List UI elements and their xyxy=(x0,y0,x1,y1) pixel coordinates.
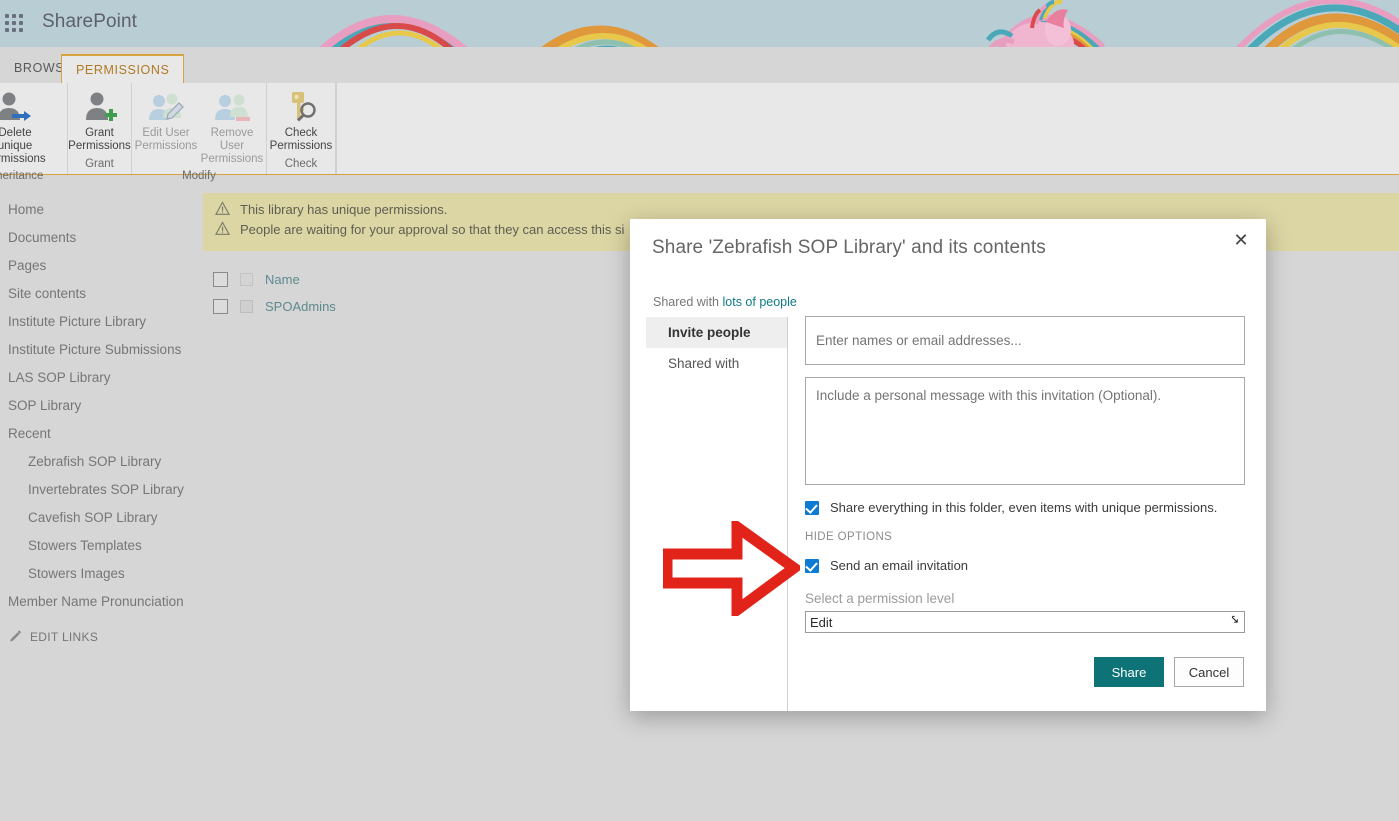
shared-with-summary: Shared with lots of people xyxy=(653,295,797,309)
ribbon-group-label-grant: Grant xyxy=(85,158,114,170)
permissions-table: Name SPOAdmins xyxy=(203,266,703,320)
delete-unique-permissions-label: Delete unique permissions xyxy=(0,127,46,165)
edit-user-permissions-button[interactable]: Edit User Permissions xyxy=(133,86,199,153)
share-dialog: ✕ Share 'Zebrafish SOP Library' and its … xyxy=(630,219,1266,711)
ribbon-group-grant: Grant Permissions Grant xyxy=(68,83,132,174)
permission-select-wrapper: Edit ⤥ xyxy=(805,606,1245,633)
table-header-row: Name xyxy=(203,266,703,293)
sidebar-item-stowers-images[interactable]: Stowers Images xyxy=(0,560,200,588)
sidebar-item-documents[interactable]: Documents xyxy=(0,224,200,252)
notice-text: People are waiting for your approval so … xyxy=(240,222,625,237)
sidebar-item-institute-picture-library[interactable]: Institute Picture Library xyxy=(0,308,200,336)
select-all-checkbox[interactable] xyxy=(213,272,228,287)
close-icon[interactable]: ✕ xyxy=(1228,227,1254,253)
user-remove-icon xyxy=(212,89,252,125)
row-select-checkbox[interactable] xyxy=(213,299,228,314)
dialog-main-panel: Share everything in this folder, even it… xyxy=(805,316,1245,633)
remove-user-permissions-label: Remove User Permissions xyxy=(200,127,264,165)
header-checkbox-placeholder xyxy=(240,273,253,286)
share-everything-row: Share everything in this folder, even it… xyxy=(805,499,1245,516)
permission-level-select[interactable]: Edit xyxy=(805,611,1245,633)
ribbon-group-label-inheritance: Inheritance xyxy=(0,170,44,182)
sidebar-item-institute-picture-submissions[interactable]: Institute Picture Submissions xyxy=(0,336,200,364)
sidebar-navigation: Home Documents Pages Site contents Insti… xyxy=(0,196,200,644)
sidebar-item-las-sop-library[interactable]: LAS SOP Library xyxy=(0,364,200,392)
sidebar-item-pages[interactable]: Pages xyxy=(0,252,200,280)
key-magnifier-icon xyxy=(281,89,321,125)
rainbow-header-artwork xyxy=(0,0,1399,47)
ribbon-tab-strip: BROWSE PERMISSIONS xyxy=(0,47,1399,83)
ribbon-group-modify: Edit User Permissions Remove User Permis… xyxy=(132,83,267,182)
send-email-row: Send an email invitation xyxy=(805,557,1245,574)
edit-links-button[interactable]: EDIT LINKS xyxy=(0,630,200,644)
share-everything-label: Share everything in this folder, even it… xyxy=(830,500,1218,515)
sharepoint-logo-text[interactable]: SharePoint xyxy=(42,11,137,33)
sidebar-item-zebrafish-sop-library[interactable]: Zebrafish SOP Library xyxy=(0,448,200,476)
share-everything-checkbox[interactable] xyxy=(805,501,819,515)
sidebar-item-site-contents[interactable]: Site contents xyxy=(0,280,200,308)
ribbon-group-label-modify: Modify xyxy=(182,170,216,182)
grant-permissions-label: Grant Permissions xyxy=(68,127,131,152)
names-or-emails-input[interactable] xyxy=(805,316,1245,365)
edit-user-permissions-label: Edit User Permissions xyxy=(134,127,198,152)
hide-options-toggle[interactable]: HIDE OPTIONS xyxy=(805,531,1245,543)
ribbon: BROWSE PERMISSIONS Delete unique permiss… xyxy=(0,47,1399,182)
sidebar-item-home[interactable]: Home xyxy=(0,196,200,224)
pencil-icon xyxy=(10,630,21,642)
warning-triangle-icon xyxy=(215,221,230,235)
share-button[interactable]: Share xyxy=(1094,657,1164,687)
grant-permissions-button[interactable]: Grant Permissions xyxy=(67,86,133,153)
sidebar-item-cavefish-sop-library[interactable]: Cavefish SOP Library xyxy=(0,504,200,532)
user-add-icon xyxy=(80,89,120,125)
ribbon-group-label-check: Check xyxy=(284,158,318,170)
shared-with-link[interactable]: lots of people xyxy=(723,295,797,309)
suite-bar: SharePoint xyxy=(0,0,1399,47)
check-permissions-label: Check Permissions xyxy=(269,127,333,152)
red-arrow-right-icon xyxy=(663,521,800,616)
sidebar-item-invertebrates-sop-library[interactable]: Invertebrates SOP Library xyxy=(0,476,200,504)
permission-level-label: Select a permission level xyxy=(805,591,955,606)
dialog-title: Share 'Zebrafish SOP Library' and its co… xyxy=(652,237,1046,258)
waffle-grid-icon[interactable] xyxy=(4,13,26,35)
shared-with-prefix: Shared with xyxy=(653,295,720,309)
warning-triangle-icon xyxy=(215,201,230,215)
personal-message-input[interactable] xyxy=(805,377,1245,485)
sidebar-item-recent[interactable]: Recent xyxy=(0,420,200,448)
sidebar-item-sop-library[interactable]: SOP Library xyxy=(0,392,200,420)
row-checkbox-secondary[interactable] xyxy=(240,300,253,313)
remove-user-permissions-button[interactable]: Remove User Permissions xyxy=(199,86,265,166)
dialog-nav-shared-with[interactable]: Shared with xyxy=(646,348,787,379)
ribbon-group-inheritance: Delete unique permissions Inheritance xyxy=(0,83,68,182)
notice-text: This library has unique permissions. xyxy=(240,202,448,217)
user-edit-pencil-icon xyxy=(146,89,186,125)
dialog-divider xyxy=(787,317,788,711)
ribbon-body: Delete unique permissions Inheritance Gr… xyxy=(0,83,1399,182)
column-header-name[interactable]: Name xyxy=(265,272,300,287)
sidebar-item-stowers-templates[interactable]: Stowers Templates xyxy=(0,532,200,560)
dialog-action-buttons: Share Cancel xyxy=(1094,657,1244,687)
send-email-invitation-checkbox[interactable] xyxy=(805,559,819,573)
tab-permissions[interactable]: PERMISSIONS xyxy=(61,54,185,83)
row-name-spoadmins[interactable]: SPOAdmins xyxy=(265,299,336,314)
cancel-button[interactable]: Cancel xyxy=(1174,657,1244,687)
table-row: SPOAdmins xyxy=(203,293,703,320)
send-email-invitation-label: Send an email invitation xyxy=(830,558,969,573)
ribbon-group-check: Check Permissions Check xyxy=(267,83,336,174)
dialog-nav-invite-people[interactable]: Invite people xyxy=(646,317,787,348)
notice-row: This library has unique permissions. xyxy=(215,201,1399,218)
edit-links-label: EDIT LINKS xyxy=(30,630,99,644)
sidebar-item-member-name-pronunciation[interactable]: Member Name Pronunciation xyxy=(0,588,200,616)
ribbon-group-spacer xyxy=(336,83,337,174)
check-permissions-button[interactable]: Check Permissions xyxy=(268,86,334,153)
dialog-nav: Invite people Shared with xyxy=(646,317,787,379)
delete-unique-permissions-button[interactable]: Delete unique permissions xyxy=(0,86,48,166)
user-delete-arrow-icon xyxy=(0,89,35,125)
